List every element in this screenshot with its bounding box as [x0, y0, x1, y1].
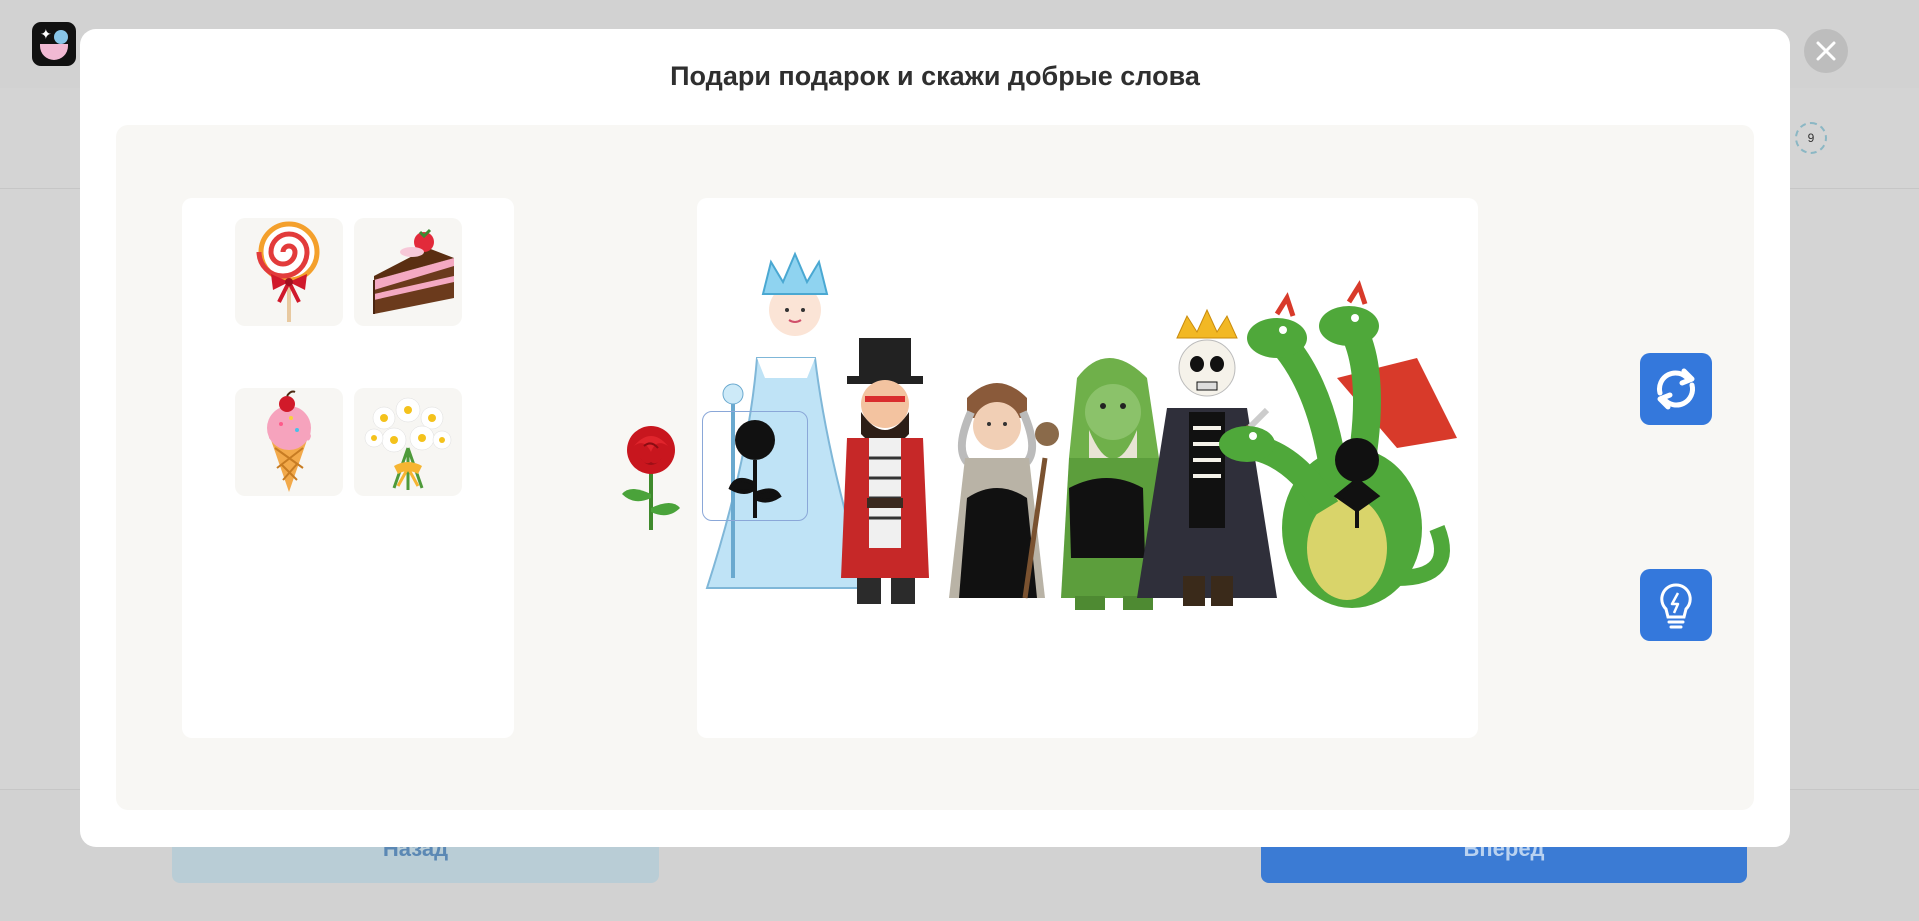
- lightbulb-icon: [1660, 583, 1692, 629]
- hint-button[interactable]: [1640, 569, 1712, 641]
- close-button[interactable]: [1804, 29, 1848, 73]
- step-indicator: 9: [1795, 122, 1827, 154]
- logo-face: [40, 44, 68, 60]
- gift-lollipop[interactable]: [235, 218, 343, 326]
- activity-stage: [116, 125, 1754, 810]
- refresh-icon: [1657, 368, 1695, 410]
- refresh-button[interactable]: [1640, 353, 1712, 425]
- characters-panel: [697, 198, 1478, 738]
- gift-daisies[interactable]: [354, 388, 462, 496]
- gift-cake[interactable]: [354, 218, 462, 326]
- close-icon: [1816, 41, 1836, 61]
- character-pirate[interactable]: [841, 338, 929, 604]
- daisy-bouquet-icon: [364, 397, 452, 490]
- cake-slice-icon: [373, 228, 454, 314]
- gift-modal: Подари подарок и скажи добрые слова: [80, 29, 1790, 847]
- characters-illustration: [705, 251, 1457, 610]
- modal-title: Подари подарок и скажи добрые слова: [670, 61, 1200, 91]
- rose-icon: [622, 426, 680, 530]
- drop-target-highlight[interactable]: [702, 411, 808, 521]
- lollipop-icon: [256, 221, 320, 322]
- ice-cream-icon: [267, 390, 311, 492]
- gift-palette: [182, 198, 514, 738]
- logo-eye: [54, 30, 68, 44]
- app-logo: ✦: [32, 22, 76, 66]
- sparkle-icon: ✦: [40, 27, 52, 43]
- dragged-gift-rose[interactable]: [616, 422, 686, 532]
- gift-ice-cream[interactable]: [235, 388, 343, 496]
- character-old-witch[interactable]: [949, 383, 1059, 599]
